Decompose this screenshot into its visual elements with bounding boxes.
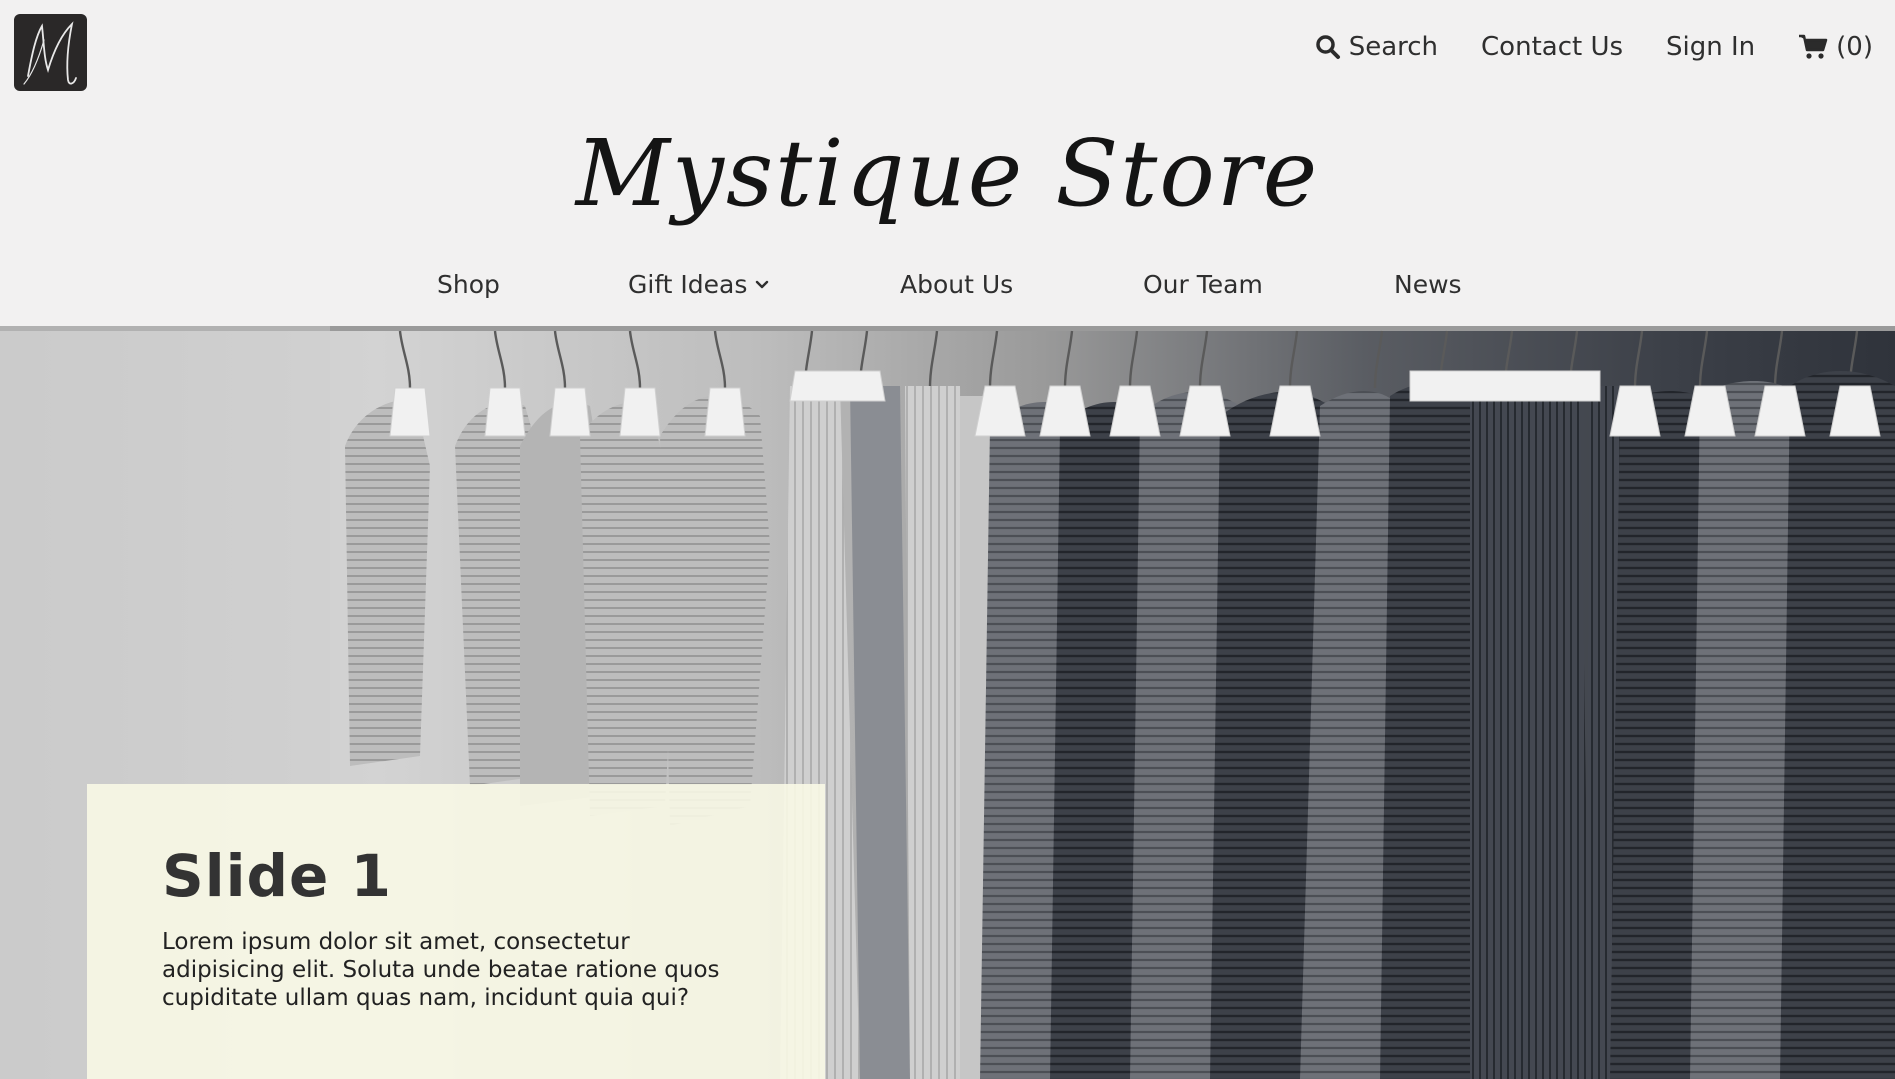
nav-item-about-us-label: About Us bbox=[900, 270, 1014, 299]
chevron-down-icon bbox=[756, 280, 769, 288]
script-m-logo-icon bbox=[23, 21, 77, 85]
nav-item-gift-ideas[interactable]: Gift Ideas bbox=[628, 270, 769, 299]
nav-item-news-label: News bbox=[1394, 270, 1462, 299]
nav-item-gift-ideas-label: Gift Ideas bbox=[628, 270, 748, 299]
nav-item-our-team-label: Our Team bbox=[1143, 270, 1263, 299]
store-logo[interactable] bbox=[14, 14, 87, 91]
slide-caption-card: Slide 1 Lorem ipsum dolor sit amet, cons… bbox=[87, 784, 825, 1079]
nav-item-news[interactable]: News bbox=[1394, 270, 1462, 299]
search-icon bbox=[1315, 35, 1340, 59]
shopping-cart-icon bbox=[1799, 34, 1828, 59]
nav-item-about-us[interactable]: About Us bbox=[900, 270, 1013, 299]
utility-nav: Search Contact Us Sign In (0) bbox=[1315, 32, 1873, 62]
contact-us-label: Contact Us bbox=[1481, 32, 1624, 62]
sign-in-link[interactable]: Sign In bbox=[1666, 32, 1755, 62]
search-label: Search bbox=[1348, 32, 1439, 62]
nav-item-our-team[interactable]: Our Team bbox=[1143, 270, 1263, 299]
store-brand-title[interactable]: Mystique Store bbox=[0, 120, 1895, 227]
cart-link[interactable]: (0) bbox=[1798, 32, 1873, 62]
nav-item-shop[interactable]: Shop bbox=[437, 270, 500, 299]
main-nav: Shop Gift Ideas About Us Our Team News bbox=[0, 270, 1895, 306]
slide-text: Lorem ipsum dolor sit amet, consectetur … bbox=[162, 929, 720, 1011]
slide-title: Slide 1 bbox=[162, 842, 392, 910]
nav-item-shop-label: Shop bbox=[437, 270, 500, 299]
search-link[interactable]: Search bbox=[1315, 32, 1438, 62]
sign-in-label: Sign In bbox=[1666, 32, 1756, 62]
cart-count: (0) bbox=[1836, 32, 1873, 62]
site-header: Search Contact Us Sign In (0) Mystique S… bbox=[0, 0, 1895, 326]
contact-us-link[interactable]: Contact Us bbox=[1481, 32, 1623, 62]
